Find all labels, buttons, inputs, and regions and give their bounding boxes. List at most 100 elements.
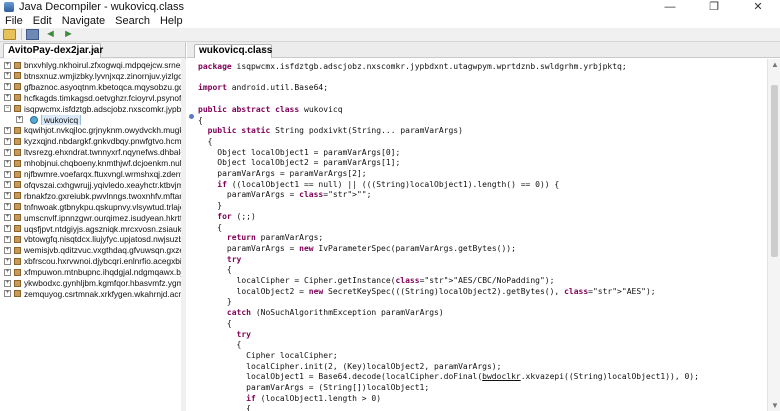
maximize-button[interactable]: ❐ [692,0,736,14]
package-icon [14,94,21,102]
expand-toggle-icon[interactable]: + [4,159,11,167]
expand-toggle-icon[interactable]: + [4,268,11,276]
expand-toggle-icon[interactable]: + [4,214,11,222]
forward-icon[interactable]: ► [62,29,75,40]
tree-package-item[interactable]: + kqwihjot.nvkqjloc.grjnyknm.owydvckh.mug… [0,125,181,135]
tree-package-item[interactable]: + wemisjvb.qditzvuc.vxgthdaq.gfvuwsqn.gxz… [0,245,181,255]
expand-toggle-icon[interactable]: + [4,246,11,254]
expand-toggle-icon[interactable]: + [4,83,11,91]
code-line: Object localObject1 = paramVarArgs[0]; [198,147,401,157]
tree-package-item[interactable]: + ykwbodxc.gynhljbm.kgmfqor.hbasvmfz.ygmc… [0,278,181,288]
code-line: } [198,297,232,307]
tree-package-item[interactable]: + xfmpuwon.mtnbupnc.ihqdgjal.ndgmqawx.bju… [0,267,181,277]
tree-package-item[interactable]: + njfbwmre.voefarqx.ftuxvngl.wrmshxqj.zde… [0,169,181,179]
expand-toggle-icon[interactable]: + [4,137,11,145]
tree-item-label: wemisjvb.qditzvuc.vxgthdaq.gfvuwsqn.gxze… [24,245,181,256]
tree-package-item[interactable]: + btnsxnuz.wmjizbky.lyvnjxqz.zinornjuv.yi… [0,71,181,81]
scroll-up-arrow-icon[interactable]: ▲ [771,60,779,69]
scrollbar-thumb[interactable] [771,85,778,257]
code-line: } [198,201,223,211]
editor-gutter [187,59,197,411]
tree-item-label: ofqvszai.cxhgwrujj.yqivledo.xeayhctr.ktb… [24,179,181,190]
import-fold-marker-icon[interactable] [189,114,194,119]
package-icon [14,61,21,69]
menu-edit[interactable]: Edit [28,15,57,27]
code-line: paramVarArgs = class="str">""; [198,190,372,200]
window-title: Java Decompiler - wukovicq.class [19,1,185,13]
menu-navigate[interactable]: Navigate [57,15,110,27]
code-line: localObject1 = Base64.decode(localCipher… [198,372,699,382]
menu-bar: File Edit Navigate Search Help [0,14,780,28]
back-icon[interactable]: ◄ [44,29,57,40]
expand-toggle-icon[interactable]: + [4,279,11,287]
tree-class-item[interactable]: + wukovicq [0,114,181,125]
tree-package-item[interactable]: + rbnakfzo.gxreiubk.pwvlnngs.twoxnhfv.mft… [0,191,181,201]
tree-package-item[interactable]: + ltvsrezg.ehxndrat.twnnyxrf.nqynefws.dhb… [0,147,181,157]
tree-package-item[interactable]: + bnxvhlyg.nkhoirul.zfxogwqi.mdpqejcw.srn… [0,60,181,70]
tree-item-label: kqwihjot.nvkqjloc.grjnyknm.owydvckh.mugk… [24,125,181,136]
menu-help[interactable]: Help [155,15,188,27]
code-line: { [198,340,242,350]
expand-toggle-icon[interactable]: + [16,116,23,123]
menu-file[interactable]: File [0,15,28,27]
collapse-toggle-icon[interactable]: − [4,105,11,113]
tree-package-item[interactable]: − isqpwcmx.isfdztgb.adscjobz.nxscomkr.jyp… [0,104,181,114]
package-icon [14,126,21,134]
expand-toggle-icon[interactable]: + [4,61,11,69]
expand-toggle-icon[interactable]: + [4,290,11,298]
tree-package-item[interactable]: + umscnvlf.ipnnzgwr.ourqimez.isudyean.hkr… [0,213,181,223]
expand-toggle-icon[interactable]: + [4,72,11,80]
tree-scrollbar[interactable] [181,59,186,411]
close-window-button[interactable]: ✕ [736,0,780,14]
code-line: for (;;) [217,211,256,221]
window-controls: — ❐ ✕ [648,0,780,14]
jar-tab-close-icon[interactable]: × [91,44,97,57]
expand-toggle-icon[interactable]: + [4,94,11,102]
editor-tab-wukovicq[interactable]: wukovicq.class × [194,44,272,58]
expand-toggle-icon[interactable]: + [4,192,11,200]
source-code-view[interactable]: package isqpwcmx.isfdztgb.adscjobz.nxsco… [197,59,766,411]
tree-package-item[interactable]: + gfbaznoc.asyoqtnm.kbetoqca.mqysobzu.gqw… [0,82,181,92]
open-file-icon[interactable] [3,29,16,40]
editor-scrollbar[interactable]: ▲ ▼ [767,59,780,411]
package-icon [14,170,21,178]
code-line: localCipher.init(2, (Key)localObject2, p… [198,361,502,371]
expand-toggle-icon[interactable]: + [4,203,11,211]
expand-toggle-icon[interactable]: + [4,170,11,178]
tree-package-item[interactable]: + kyzxqjnd.nbdargkf.gnkvdbqy.pnwfgtvo.hcm… [0,136,181,146]
tree-item-label: ltvsrezg.ehxndrat.twnnyxrf.nqynefws.dhba… [24,147,181,158]
code-line: { [198,222,223,232]
expand-toggle-icon[interactable]: + [4,257,11,265]
tree-item-label: zemquyog.csrtmnak.xrkfygen.wkahrnjd.acnf… [24,288,181,299]
save-all-icon[interactable] [26,29,39,40]
scroll-down-arrow-icon[interactable]: ▼ [771,401,779,410]
tree-package-item[interactable]: + zemquyog.csrtmnak.xrkfygen.wkahrnjd.acn… [0,289,181,299]
expand-toggle-icon[interactable]: + [4,235,11,243]
tree-item-label: vbtowgfq.nisqtdcx.liujyfyc.upjatosd.nwjs… [24,234,181,245]
tree-package-item[interactable]: + tnfnwoak.gtbnykpu.qskupnvy.vlsywtud.trl… [0,202,181,212]
tree-package-item[interactable]: + xbfrscou.hxrvwnoi.djybcqri.enlnrfio.ace… [0,256,181,266]
tree-package-item[interactable]: + hcfkagds.timkagsd.oetvghzr.fcioyrvl.psy… [0,93,181,103]
package-icon [14,159,21,167]
tree-package-item[interactable]: + vbtowgfq.nisqtdcx.liujyfyc.upjatosd.nwj… [0,234,181,244]
jar-tab-label: AvitoPay-dex2jar.jar [8,45,104,56]
tree-package-item[interactable]: + mhobjnui.chqboeny.knmthjwf.dcjoenkm.nul… [0,158,181,168]
menu-search[interactable]: Search [110,15,155,27]
expand-toggle-icon[interactable]: + [4,126,11,134]
tree-package-item[interactable]: + ofqvszai.cxhgwrujj.yqivledo.xeayhctr.kt… [0,180,181,190]
package-icon [14,235,21,243]
code-line: try [236,329,251,339]
tree-package-item[interactable]: + uqsfjpvt.ntdgiyjs.agszniqk.mrcxvosn.zsi… [0,224,181,234]
tree-item-label: hcfkagds.timkagsd.oetvghzr.fcioyrvl.psyn… [24,92,181,103]
code-line: if ((localObject1 == null) || (((String)… [217,179,560,189]
editor-tab-close-icon[interactable]: × [261,45,267,57]
editor-panel: wukovicq.class × package isqpwcmx.isfdzt… [187,42,780,411]
expand-toggle-icon[interactable]: + [4,225,11,232]
minimize-button[interactable]: — [648,0,692,14]
jar-browser-panel: AvitoPay-dex2jar.jar × + bnxvhlyg.nkhoiru… [0,42,186,411]
jar-tab[interactable]: AvitoPay-dex2jar.jar × [3,43,104,58]
expand-toggle-icon[interactable]: + [4,148,11,156]
expand-toggle-icon[interactable]: + [4,181,11,189]
tree-item-label: gfbaznoc.asyoqtnm.kbetoqca.mqysobzu.gqwf… [24,81,181,92]
tree-item-label: kyzxqjnd.nbdargkf.gnkvdbqy.pnwfgtvo.hcmb… [24,136,181,147]
